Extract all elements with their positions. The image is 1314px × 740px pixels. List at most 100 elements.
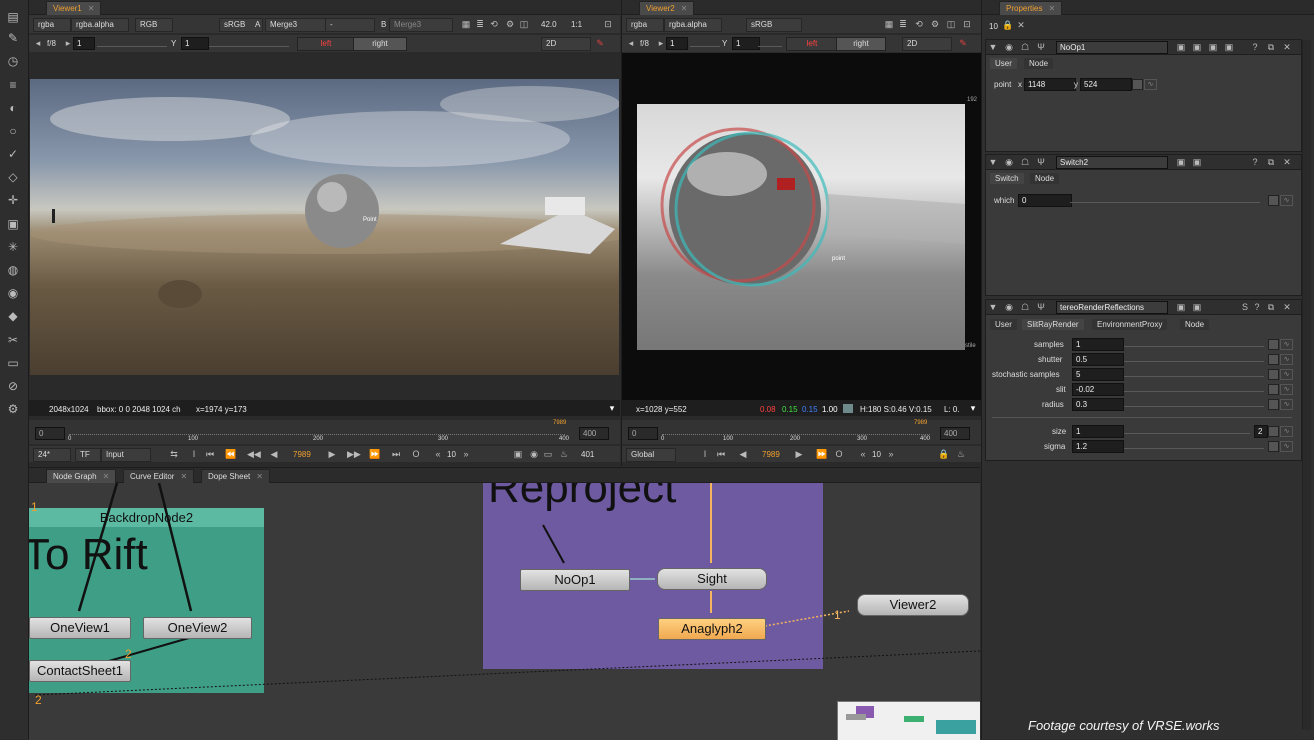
close-icon[interactable]: ✕ <box>1282 302 1292 312</box>
deep-icon[interactable]: ◍ <box>6 263 20 277</box>
playhead-marker[interactable]: 7989 <box>553 420 566 426</box>
tool-b-icon[interactable]: ▣ <box>1192 42 1202 52</box>
first-frame-icon[interactable]: ⏮ <box>205 449 215 459</box>
tab-viewer2[interactable]: Viewer2 ✕ <box>639 1 695 15</box>
in-point-icon[interactable]: I <box>700 449 710 459</box>
channels-dropdown[interactable]: rgba <box>626 18 664 32</box>
mask-icon[interactable]: ☖ <box>1020 302 1030 312</box>
radius-slider[interactable] <box>1124 397 1264 407</box>
animation-button[interactable] <box>1132 79 1143 90</box>
node-oneview1[interactable]: OneView1 <box>29 617 131 639</box>
curve-icon[interactable]: ∿ <box>1280 369 1293 380</box>
fstop-next-icon[interactable]: ▸ <box>63 38 73 48</box>
zoom-icon[interactable]: ⊡ <box>962 19 972 29</box>
tool-a-icon[interactable]: ▣ <box>1176 42 1186 52</box>
close-icon[interactable]: ✕ <box>681 4 688 13</box>
sigma-field[interactable]: 1.2 <box>1072 440 1124 453</box>
tab-viewer1[interactable]: Viewer1 ✕ <box>46 1 102 15</box>
refresh-icon[interactable]: ⟲ <box>489 19 499 29</box>
viewer2-timeline[interactable]: 0 0 100 200 300 400 7989 400 <box>622 420 981 444</box>
stochastic-samples-field[interactable]: 5 <box>1072 368 1124 381</box>
alpha-dropdown[interactable]: rgba.alpha <box>664 18 722 32</box>
tab-environmentproxy[interactable]: EnvironmentProxy <box>1092 319 1168 330</box>
tool-s-icon[interactable]: S <box>1240 302 1250 312</box>
left-view-button[interactable]: left <box>786 37 838 51</box>
tool-b-icon[interactable]: ▣ <box>1192 157 1202 167</box>
step-forward-icon[interactable]: » <box>886 449 896 459</box>
size-extra-field[interactable]: 2 <box>1254 425 1268 438</box>
curve-icon[interactable]: ∿ <box>1280 426 1293 437</box>
tool-a-icon[interactable]: ▣ <box>1176 302 1186 312</box>
help-icon[interactable]: ? <box>1250 157 1260 167</box>
current-frame[interactable]: 7989 <box>293 450 311 459</box>
frame-field[interactable]: 1 <box>73 37 95 50</box>
node-contactsheet[interactable]: ContactSheet1 <box>29 660 131 682</box>
which-slider[interactable] <box>1070 193 1260 203</box>
radius-field[interactable]: 0.3 <box>1072 398 1124 411</box>
close-icon[interactable]: ✕ <box>1282 157 1292 167</box>
animation-button[interactable] <box>1268 339 1279 350</box>
panel-count[interactable]: 10 <box>989 22 998 31</box>
node-noop[interactable]: NoOp1 <box>520 569 630 591</box>
node-sight[interactable]: Sight <box>657 568 767 590</box>
shutter-slider[interactable] <box>1124 352 1264 362</box>
curve-icon[interactable]: ∿ <box>1280 441 1293 452</box>
tag-icon[interactable]: Ψ <box>1036 157 1046 167</box>
toolsets-icon[interactable]: ✂ <box>6 333 20 347</box>
ratio-value[interactable]: 1:1 <box>571 20 582 29</box>
clear-icon[interactable]: ✕ <box>1016 20 1026 30</box>
other-icon[interactable]: ▭ <box>6 356 20 370</box>
tool-a-icon[interactable]: ▣ <box>1176 157 1186 167</box>
viewer1-image[interactable]: Point <box>30 79 619 375</box>
lut-dropdown[interactable]: sRGB <box>746 18 802 32</box>
curve-icon[interactable]: ∿ <box>1280 195 1293 206</box>
next-frame-icon[interactable]: ▶▶ <box>347 449 361 459</box>
left-view-button[interactable]: left <box>297 37 355 51</box>
transform-icon[interactable]: ✛ <box>6 193 20 207</box>
anaglyph-image[interactable]: point <box>637 104 965 350</box>
tool-b-icon[interactable]: ▣ <box>1192 302 1202 312</box>
roi-icon[interactable]: ▦ <box>461 19 471 29</box>
audio-icon[interactable]: ♨ <box>956 449 966 459</box>
paint-brush-icon[interactable]: ✎ <box>595 38 605 48</box>
shutter-field[interactable]: 0.5 <box>1072 353 1124 366</box>
which-field[interactable]: 0 <box>1018 194 1072 207</box>
settings-icon[interactable]: ⚙ <box>930 19 940 29</box>
animation-button[interactable] <box>1268 369 1279 380</box>
tab-slitrayrender[interactable]: SlitRayRender <box>1022 319 1084 330</box>
samples-field[interactable]: 1 <box>1072 338 1124 351</box>
transport-menu-icon[interactable]: ⇆ <box>169 449 179 459</box>
close-icon[interactable]: ✕ <box>180 472 187 481</box>
step-forward-icon[interactable]: » <box>461 449 471 459</box>
zoom-icon[interactable]: ⊡ <box>603 19 613 29</box>
refresh-icon[interactable]: ⟲ <box>914 19 924 29</box>
gamma-field[interactable]: 1 <box>181 37 209 50</box>
slit-slider[interactable] <box>1124 382 1264 392</box>
collapse-icon[interactable]: ▼ <box>988 157 998 167</box>
node-anaglyph[interactable]: Anaglyph2 <box>658 618 766 640</box>
metadata-icon[interactable]: ◆ <box>6 309 20 323</box>
step-value[interactable]: 10 <box>872 450 881 459</box>
out-point-icon[interactable]: O <box>834 449 844 459</box>
play-back-icon[interactable]: ◀ <box>269 449 279 459</box>
fstop-icon[interactable]: ◂ <box>33 38 43 48</box>
gamma-field[interactable]: 1 <box>732 37 760 50</box>
close-icon[interactable]: ✕ <box>1282 42 1292 52</box>
collapse-icon[interactable]: ▼ <box>988 302 998 312</box>
gain-value[interactable]: 42.0 <box>541 20 557 29</box>
b-input-dropdown[interactable]: Merge3 <box>389 18 453 32</box>
tab-dope-sheet[interactable]: Dope Sheet ✕ <box>201 469 270 483</box>
color-icon[interactable]: ◐ <box>6 101 20 115</box>
node-name-field[interactable]: NoOp1 <box>1056 41 1168 54</box>
curve-icon[interactable]: ∿ <box>1280 399 1293 410</box>
float-icon[interactable]: ⧉ <box>1266 302 1276 312</box>
timeline-ruler[interactable] <box>662 426 930 435</box>
curve-icon[interactable]: ∿ <box>1280 384 1293 395</box>
help-icon[interactable]: ? <box>1250 42 1260 52</box>
in-point-icon[interactable]: I <box>189 449 199 459</box>
float-icon[interactable]: ⧉ <box>1266 42 1276 52</box>
gamma-slider[interactable] <box>758 37 782 47</box>
pause-icon[interactable]: ◫ <box>519 19 529 29</box>
node-color-icon[interactable]: ◉ <box>1004 302 1014 312</box>
last-frame-icon[interactable]: ⏭ <box>391 449 401 459</box>
